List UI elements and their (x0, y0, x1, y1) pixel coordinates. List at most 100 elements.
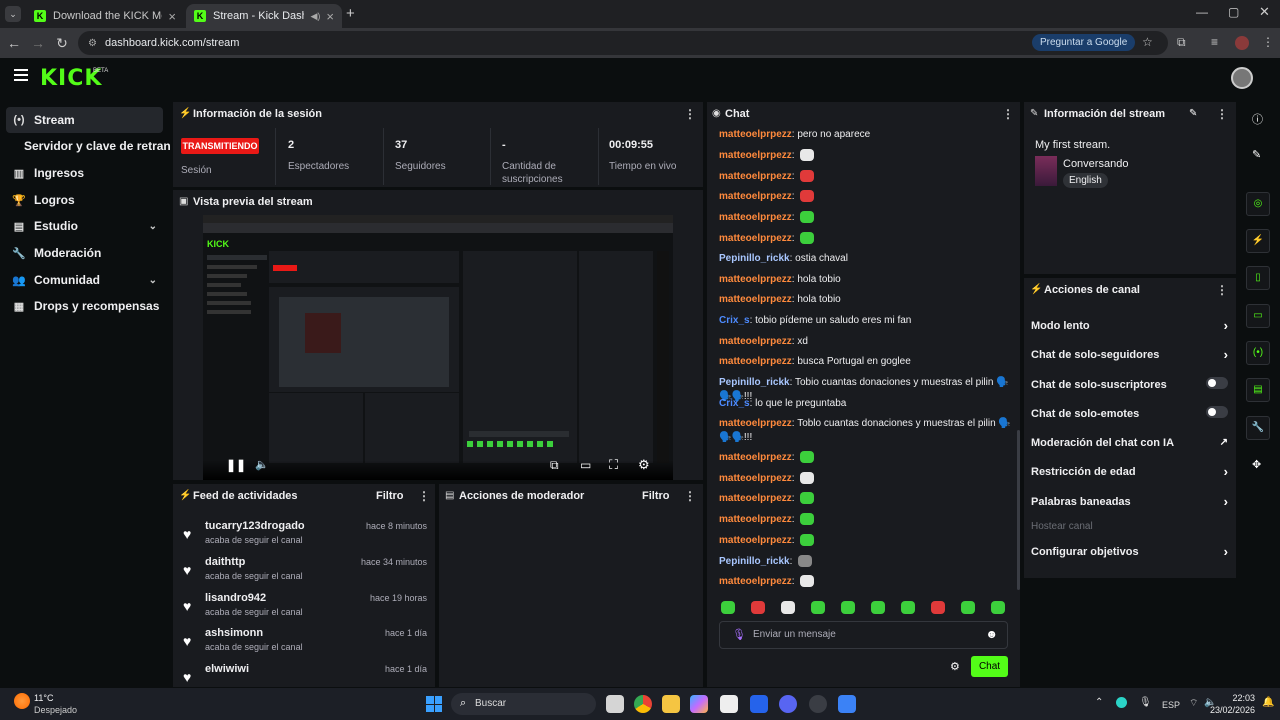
settings-icon[interactable]: ⚙ (638, 457, 650, 473)
theater-icon[interactable]: ▭ (580, 458, 591, 472)
session-menu-icon[interactable]: ⋮ (684, 107, 696, 121)
chat-username[interactable]: Crix_s (719, 398, 750, 409)
window-maximize-button[interactable]: ▢ (1228, 5, 1239, 19)
clock-time[interactable]: 22:03 (1221, 693, 1255, 703)
weather-icon[interactable] (14, 693, 30, 709)
chat-username[interactable]: Pepinillo_rickk (719, 253, 790, 264)
chat-settings-icon[interactable]: ⚙ (950, 660, 960, 673)
chat-emote-icon[interactable] (800, 149, 815, 162)
emote-shortcut-icon[interactable] (721, 601, 735, 614)
emote-shortcut-icon[interactable] (871, 601, 885, 614)
rail-page-icon[interactable]: ▯ (1246, 266, 1270, 290)
chat-emote-icon[interactable] (800, 232, 815, 245)
mail-icon[interactable] (750, 695, 768, 713)
chat-username[interactable]: matteoelprpezz (719, 150, 792, 161)
profile-icon[interactable] (1235, 36, 1249, 50)
channel-actions-menu-icon[interactable]: ⋮ (1216, 283, 1228, 297)
volume-icon[interactable]: 🔈 (255, 458, 269, 471)
browser-tab-stream[interactable]: K Stream - Kick Dashboard ◀) × (186, 4, 342, 28)
sidebar-item-logros[interactable]: 🏆 Logros (6, 187, 163, 213)
hamburger-menu-icon[interactable] (14, 69, 28, 81)
task-view-icon[interactable] (606, 695, 624, 713)
ask-google-button[interactable]: Preguntar a Google (1032, 34, 1136, 51)
discord-icon[interactable] (779, 695, 797, 713)
chat-emote-icon[interactable] (800, 472, 815, 485)
browser-tab-download[interactable]: K Download the KICK Mobile & T × (26, 4, 184, 28)
edit-icon[interactable]: ✎ (1252, 148, 1261, 161)
chat-username[interactable]: matteoelprpezz (719, 336, 792, 347)
microphone-icon[interactable]: 🎙 (732, 628, 746, 641)
emote-shortcut-icon[interactable] (931, 601, 945, 614)
chat-input[interactable]: 🎙 Enviar un mensaje ☻ (719, 621, 1008, 649)
chat-username[interactable]: matteoelprpezz (719, 418, 792, 429)
chat-emote-icon[interactable] (800, 211, 815, 224)
media-icon[interactable]: ≡ (1211, 35, 1218, 49)
taskbar-search[interactable]: ⌕ Buscar (451, 693, 596, 715)
rail-broadcast-icon[interactable]: (•) (1246, 341, 1270, 365)
chat-username[interactable]: matteoelprpezz (719, 473, 792, 484)
rail-layout-icon[interactable]: ▤ (1246, 378, 1270, 402)
chat-username[interactable]: matteoelprpezz (719, 191, 792, 202)
fullscreen-icon[interactable]: ⛶ (609, 457, 618, 473)
rail-bolt-icon[interactable]: ⚡ (1246, 229, 1270, 253)
chat-emote-icon[interactable] (800, 190, 815, 203)
store-icon[interactable] (720, 695, 738, 713)
chat-emote-icon[interactable] (800, 170, 815, 183)
windows-start-icon[interactable] (426, 696, 442, 712)
sidebar-item-comunidad[interactable]: 👥 Comunidad ⌄ (6, 267, 163, 293)
chat-emote-icon[interactable] (800, 575, 815, 588)
tray-chevron-icon[interactable]: ⌃ (1095, 697, 1103, 708)
emote-shortcut-icon[interactable] (991, 601, 1005, 614)
sidebar-item-server-key[interactable]: Servidor y clave de retransm (6, 133, 171, 159)
address-bar[interactable]: ⚙ dashboard.kick.com/stream (78, 31, 1168, 55)
feed-filter-button[interactable]: Filtro (376, 490, 404, 502)
emote-shortcut-icon[interactable] (781, 601, 795, 614)
extensions-icon[interactable]: ⧉ (1177, 35, 1186, 50)
moderator-filter-button[interactable]: Filtro (642, 490, 670, 502)
pip-icon[interactable]: ⧉ (550, 458, 559, 473)
rail-capture-icon[interactable]: ◎ (1246, 192, 1270, 216)
chat-username[interactable]: Crix_s (719, 315, 750, 326)
sidebar-item-ingresos[interactable]: ▥ Ingresos (6, 160, 163, 186)
emotes-only-toggle[interactable] (1206, 406, 1228, 418)
subscribers-only-toggle[interactable] (1206, 377, 1228, 389)
close-tab-icon[interactable]: × (168, 9, 176, 24)
notifications-icon[interactable]: 🔔 (1262, 697, 1274, 708)
chat-username[interactable]: Pepinillo_rickk (719, 377, 790, 388)
chat-emote-icon[interactable] (798, 555, 813, 568)
emoji-picker-icon[interactable]: ☻ (985, 627, 998, 641)
chat-username[interactable]: matteoelprpezz (719, 576, 792, 587)
emote-shortcut-icon[interactable] (811, 601, 825, 614)
chat-username[interactable]: matteoelprpezz (719, 274, 792, 285)
chat-emote-icon[interactable] (800, 451, 815, 464)
reload-icon[interactable]: ↻ (50, 35, 74, 52)
chat-username[interactable]: matteoelprpezz (719, 493, 792, 504)
window-close-button[interactable]: ✕ (1259, 4, 1270, 20)
chat-username[interactable]: matteoelprpezz (719, 294, 792, 305)
pause-icon[interactable]: ❚❚ (226, 458, 246, 472)
rail-extensions-icon[interactable]: ✥ (1252, 458, 1261, 471)
chat-username[interactable]: matteoelprpezz (719, 233, 792, 244)
tray-mic-icon[interactable]: 🎙 (1139, 697, 1152, 708)
back-icon[interactable]: ← (2, 35, 26, 51)
tab-menu-icon[interactable]: ⌄ (5, 6, 21, 22)
close-tab-icon[interactable]: × (326, 9, 334, 24)
window-minimize-button[interactable]: — (1196, 5, 1208, 19)
chat-username[interactable]: Pepinillo_rickk (719, 556, 790, 567)
bookmark-icon[interactable]: ☆ (1142, 35, 1153, 49)
file-explorer-icon[interactable] (662, 695, 680, 713)
sidebar-item-drops[interactable]: ▦ Drops y recompensas (6, 293, 163, 319)
info-icon[interactable]: ⓘ (1252, 111, 1263, 127)
action-emotes-only[interactable]: Chat de solo-emotes (1031, 406, 1228, 420)
chat-username[interactable]: matteoelprpezz (719, 535, 792, 546)
chat-username[interactable]: matteoelprpezz (719, 212, 792, 223)
chat-username[interactable]: matteoelprpezz (719, 452, 792, 463)
action-banned-words[interactable]: Palabras baneadas › (1031, 494, 1228, 509)
sidebar-item-estudio[interactable]: ▤ Estudio ⌄ (6, 213, 163, 239)
sidebar-item-stream[interactable]: (•) Stream (6, 107, 163, 133)
stream-info-menu-icon[interactable]: ⋮ (1216, 107, 1228, 121)
action-slow-mode[interactable]: Modo lento › (1031, 318, 1228, 333)
sidebar-item-moderacion[interactable]: 🔧 Moderación (6, 240, 163, 266)
app-icon-2[interactable] (838, 695, 856, 713)
language-indicator[interactable]: ESP (1162, 700, 1180, 710)
